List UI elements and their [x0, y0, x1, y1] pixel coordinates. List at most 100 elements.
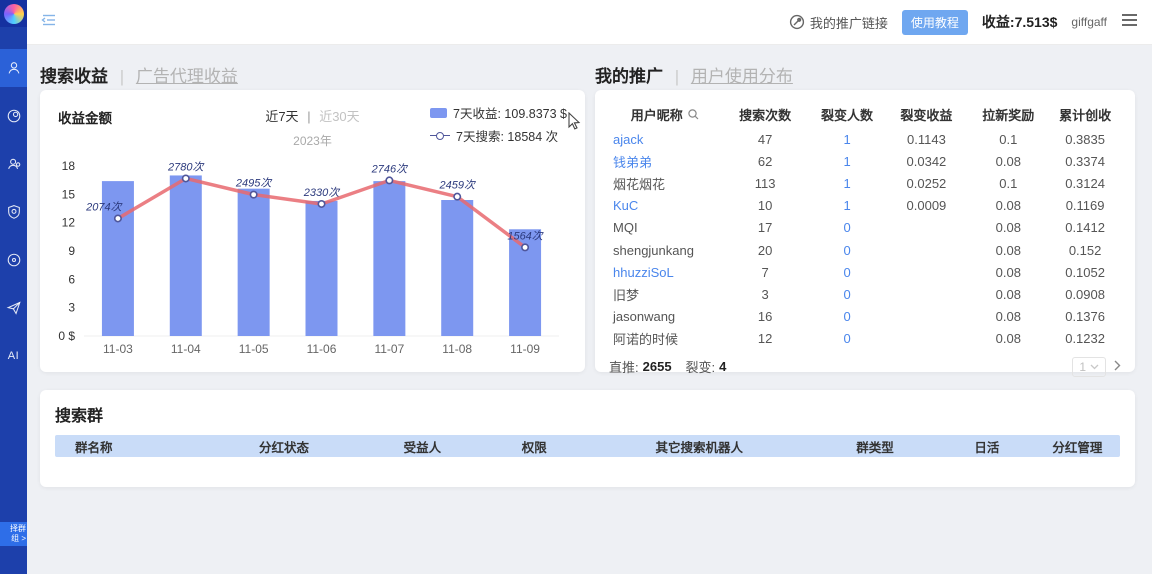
sidebar-item-security[interactable]	[0, 193, 27, 231]
hamburger-menu-icon[interactable]	[1121, 13, 1138, 32]
groups-col-6: 日活	[939, 437, 1035, 456]
cell-total-income: 0.3124	[1049, 176, 1121, 191]
right-section-tabs: 我的推广 | 用户使用分布	[595, 62, 793, 87]
group-select-badge[interactable]: 择群 组 >	[0, 522, 27, 546]
tab-divider: |	[675, 67, 679, 86]
search-groups-title: 搜索群	[55, 402, 1120, 426]
table-row: 旧梦300.080.0908	[609, 283, 1121, 305]
search-icon[interactable]	[687, 108, 700, 121]
sidebar-item-contacts[interactable]	[0, 145, 27, 183]
groups-col-5: 群类型	[811, 437, 939, 456]
globe-icon	[6, 108, 22, 124]
sidebar-item-ai[interactable]: AI	[0, 337, 27, 375]
table-row: 烟花烟花11310.02520.10.3124	[609, 172, 1121, 194]
logo-swirl-icon	[4, 4, 24, 24]
fission-label: 裂变:	[686, 357, 716, 376]
groups-col-4: 其它搜索机器人	[587, 437, 811, 456]
table-row: shengjunkang2000.080.152	[609, 239, 1121, 261]
groups-col-7: 分红管理	[1035, 437, 1120, 456]
legend-search-text: 7天搜索: 18584 次	[456, 126, 558, 145]
svg-text:9: 9	[68, 244, 75, 258]
left-section-tabs: 搜索收益 | 广告代理收益	[40, 62, 238, 87]
tab-last-30-days[interactable]: 近30天	[319, 109, 359, 124]
promotion-table-footer: 直推: 2655 裂变: 4 1	[609, 357, 1121, 377]
table-row: ajack4710.11430.10.3835	[609, 128, 1121, 150]
page-number: 1	[1079, 360, 1086, 374]
cell-fission-income: 0.1143	[885, 132, 967, 147]
svg-text:2074次: 2074次	[85, 200, 123, 213]
next-page-button[interactable]	[1114, 359, 1121, 374]
svg-text:12: 12	[62, 216, 76, 230]
revenue-total: 收益:7.513$	[982, 12, 1057, 32]
account-username: giffgaff	[1071, 15, 1107, 29]
col-search-count: 搜索次数	[722, 105, 809, 124]
svg-text:11-09: 11-09	[510, 342, 540, 356]
cell-username[interactable]: hhuzziSoL	[609, 265, 722, 280]
cell-fission-income: 0.0252	[885, 176, 967, 191]
cell-fission-count[interactable]: 1	[809, 154, 886, 169]
cell-total-income: 0.3374	[1049, 154, 1121, 169]
svg-text:11-05: 11-05	[239, 342, 269, 356]
cell-username[interactable]: KuC	[609, 198, 722, 213]
cell-username: 旧梦	[609, 285, 722, 304]
direct-referral-value: 2655	[643, 359, 672, 374]
svg-text:2330次: 2330次	[303, 186, 341, 199]
groups-col-0: 群名称	[55, 437, 204, 456]
menu-fold-icon[interactable]	[41, 12, 57, 33]
cell-referral-reward: 0.08	[967, 243, 1049, 258]
table-row: KuC1010.00090.080.1169	[609, 195, 1121, 217]
cell-referral-reward: 0.08	[967, 154, 1049, 169]
cell-search-count: 17	[722, 220, 809, 235]
cell-total-income: 0.1376	[1049, 309, 1121, 324]
cell-referral-reward: 0.08	[967, 331, 1049, 346]
my-promo-link[interactable]: 我的推广链接	[789, 13, 888, 32]
cell-fission-count[interactable]: 0	[809, 331, 886, 346]
tab-user-usage-distribution[interactable]: 用户使用分布	[691, 67, 793, 86]
search-groups-card: 搜索群 群名称分红状态受益人权限其它搜索机器人群类型日活分红管理	[40, 390, 1135, 487]
cell-total-income: 0.1232	[1049, 331, 1121, 346]
sidebar-item-compass[interactable]	[0, 241, 27, 279]
cell-fission-count[interactable]: 0	[809, 243, 886, 258]
legend-revenue-text: 7天收益: 109.8373 $	[453, 103, 567, 122]
cell-total-income: 0.152	[1049, 243, 1121, 258]
sidebar-item-user[interactable]	[0, 49, 27, 87]
promotion-table: 用户昵称 搜索次数 裂变人数 裂变收益 拉新奖励 累计创收 ajack4710.…	[609, 100, 1121, 350]
groups-col-2: 受益人	[364, 437, 481, 456]
cell-fission-count[interactable]: 1	[809, 132, 886, 147]
cell-fission-count[interactable]: 0	[809, 309, 886, 324]
tutorial-button[interactable]: 使用教程	[902, 10, 968, 35]
table-row: MQI1700.080.1412	[609, 217, 1121, 239]
tab-last-7-days[interactable]: 近7天	[265, 109, 298, 124]
sidebar-nav: AI	[0, 49, 27, 385]
cell-username[interactable]: ajack	[609, 132, 722, 147]
tab-ad-agency-revenue[interactable]: 广告代理收益	[136, 67, 238, 86]
groups-col-3: 权限	[481, 437, 588, 456]
group-select-badge-line2: 组 >	[1, 534, 26, 544]
svg-text:15: 15	[62, 187, 76, 201]
cell-fission-count[interactable]: 1	[809, 198, 886, 213]
sidebar-item-globe[interactable]	[0, 97, 27, 135]
app-logo[interactable]	[0, 0, 27, 27]
user-icon	[6, 60, 22, 76]
cell-fission-income: 0.0009	[885, 198, 967, 213]
cell-referral-reward: 0.08	[967, 265, 1049, 280]
groups-col-1: 分红状态	[204, 437, 364, 456]
cell-username: 阿诺的时候	[609, 329, 722, 348]
cell-fission-count[interactable]: 0	[809, 287, 886, 302]
revenue-chart-card: 收益金额 7天收益: 109.8373 $ 7天搜索: 18584 次 近7天 …	[40, 90, 585, 372]
cell-fission-count[interactable]: 0	[809, 220, 886, 235]
direct-referral-label: 直推:	[609, 357, 639, 376]
cell-search-count: 62	[722, 154, 809, 169]
tab-search-revenue[interactable]: 搜索收益	[40, 67, 108, 86]
cell-fission-count[interactable]: 1	[809, 176, 886, 191]
cell-search-count: 10	[722, 198, 809, 213]
cell-search-count: 47	[722, 132, 809, 147]
cell-referral-reward: 0.08	[967, 309, 1049, 324]
cell-fission-count[interactable]: 0	[809, 265, 886, 280]
sidebar-item-send[interactable]	[0, 289, 27, 327]
cell-referral-reward: 0.08	[967, 198, 1049, 213]
svg-text:18: 18	[62, 159, 76, 173]
tab-my-promotion[interactable]: 我的推广	[595, 67, 663, 86]
page-select[interactable]: 1	[1072, 357, 1106, 377]
cell-username[interactable]: 钱弟弟	[609, 152, 722, 171]
